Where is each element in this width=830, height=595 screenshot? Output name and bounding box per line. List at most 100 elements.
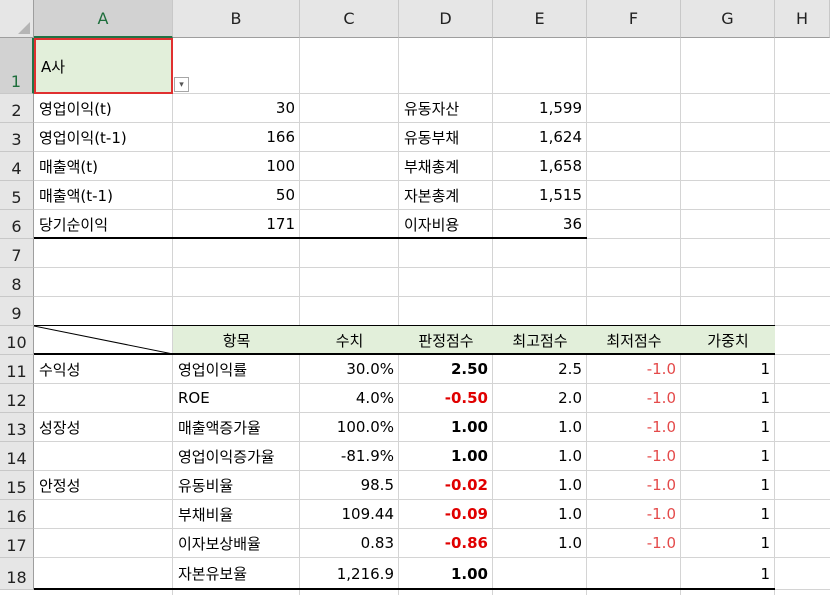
item-cell[interactable]: 영업이익률 — [173, 355, 300, 383]
summary-label[interactable]: 부채총계 — [399, 152, 493, 180]
max-score-cell[interactable]: 1.0 — [493, 413, 587, 441]
row-header-5[interactable]: 5 — [0, 181, 34, 210]
weight-cell[interactable]: 1 — [681, 500, 775, 528]
summary-value[interactable]: 166 — [173, 123, 300, 151]
item-cell[interactable]: 부채비율 — [173, 500, 300, 528]
column-header-f[interactable]: F — [587, 0, 681, 38]
column-header-h[interactable]: H — [775, 0, 830, 38]
row-header-2[interactable]: 2 — [0, 94, 34, 123]
row-header-15[interactable]: 15 — [0, 471, 34, 500]
summary-value[interactable]: 30 — [173, 94, 300, 122]
category-cell[interactable] — [34, 500, 173, 528]
min-score-cell[interactable] — [587, 558, 681, 589]
row-header-8[interactable]: 8 — [0, 268, 34, 297]
score-cell[interactable]: 1.00 — [399, 413, 493, 441]
item-cell[interactable]: 이자보상배율 — [173, 529, 300, 557]
column-header-c[interactable]: C — [300, 0, 399, 38]
weight-cell[interactable]: 1 — [681, 413, 775, 441]
row-header-13[interactable]: 13 — [0, 413, 34, 442]
column-header-b[interactable]: B — [173, 0, 300, 38]
value-cell[interactable]: 0.83 — [300, 529, 399, 557]
value-cell[interactable]: 109.44 — [300, 500, 399, 528]
category-cell[interactable]: 수익성 — [34, 355, 173, 383]
value-cell[interactable]: 1,216.9 — [300, 558, 399, 589]
column-header-d[interactable]: D — [399, 0, 493, 38]
summary-label[interactable]: 유동부채 — [399, 123, 493, 151]
spreadsheet-grid[interactable]: ABCDEFGH 1 2 3 4 5 6 7 8 9 10 11 12 13 14 15 16 17 18 A사 ▾… — [0, 0, 830, 595]
summary-value[interactable]: 50 — [173, 181, 300, 209]
row-header-1[interactable]: 1 — [0, 38, 34, 94]
summary-value[interactable]: 1,658 — [493, 152, 587, 180]
summary-value[interactable]: 1,624 — [493, 123, 587, 151]
summary-label[interactable]: 영업이익(t) — [34, 94, 173, 122]
weight-cell[interactable]: 1 — [681, 442, 775, 470]
row-header-18[interactable]: 18 — [0, 558, 34, 590]
table-header-cell[interactable]: 가중치 — [681, 326, 775, 354]
score-cell[interactable]: -0.50 — [399, 384, 493, 412]
row-header-6[interactable]: 6 — [0, 210, 34, 239]
score-cell[interactable]: 1.00 — [399, 558, 493, 589]
score-cell[interactable]: 2.50 — [399, 355, 493, 383]
cell-a1[interactable]: A사 — [34, 38, 173, 94]
row-header-14[interactable]: 14 — [0, 442, 34, 471]
row-header-3[interactable]: 3 — [0, 123, 34, 152]
max-score-cell[interactable]: 2.5 — [493, 355, 587, 383]
weight-cell[interactable]: 1 — [681, 529, 775, 557]
max-score-cell[interactable] — [493, 558, 587, 589]
column-header-g[interactable]: G — [681, 0, 775, 38]
min-score-cell[interactable]: -1.0 — [587, 500, 681, 528]
min-score-cell[interactable]: -1.0 — [587, 413, 681, 441]
min-score-cell[interactable]: -1.0 — [587, 442, 681, 470]
weight-cell[interactable]: 1 — [681, 558, 775, 589]
column-header-a[interactable]: A — [34, 0, 173, 38]
table-header-cell[interactable]: 수치 — [300, 326, 399, 354]
max-score-cell[interactable]: 1.0 — [493, 529, 587, 557]
summary-label[interactable]: 매출액(t) — [34, 152, 173, 180]
max-score-cell[interactable]: 1.0 — [493, 442, 587, 470]
row-header-4[interactable]: 4 — [0, 152, 34, 181]
table-header-cell[interactable]: 항목 — [173, 326, 300, 354]
row-header-7[interactable]: 7 — [0, 239, 34, 268]
category-cell[interactable]: 안정성 — [34, 471, 173, 499]
summary-label[interactable]: 자본총계 — [399, 181, 493, 209]
value-cell[interactable]: 100.0% — [300, 413, 399, 441]
chevron-down-icon[interactable]: ▾ — [174, 77, 189, 92]
summary-value[interactable]: 171 — [173, 210, 300, 238]
row-header-12[interactable]: 12 — [0, 384, 34, 413]
score-cell[interactable]: 1.00 — [399, 442, 493, 470]
category-cell[interactable] — [34, 442, 173, 470]
column-header-e[interactable]: E — [493, 0, 587, 38]
min-score-cell[interactable]: -1.0 — [587, 355, 681, 383]
score-cell[interactable]: -0.86 — [399, 529, 493, 557]
item-cell[interactable]: 유동비율 — [173, 471, 300, 499]
summary-label[interactable]: 영업이익(t-1) — [34, 123, 173, 151]
weight-cell[interactable]: 1 — [681, 355, 775, 383]
summary-value[interactable]: 100 — [173, 152, 300, 180]
row-header-10[interactable]: 10 — [0, 326, 34, 355]
row-header-11[interactable]: 11 — [0, 355, 34, 384]
summary-label[interactable]: 유동자산 — [399, 94, 493, 122]
value-cell[interactable]: 98.5 — [300, 471, 399, 499]
table-header-cell[interactable]: 최고점수 — [493, 326, 587, 354]
min-score-cell[interactable]: -1.0 — [587, 529, 681, 557]
category-cell[interactable] — [34, 384, 173, 412]
weight-cell[interactable]: 1 — [681, 384, 775, 412]
summary-label[interactable]: 매출액(t-1) — [34, 181, 173, 209]
category-cell[interactable] — [34, 558, 173, 589]
summary-value[interactable]: 1,599 — [493, 94, 587, 122]
weight-cell[interactable]: 1 — [681, 471, 775, 499]
summary-label[interactable]: 이자비용 — [399, 210, 493, 238]
row-header-16[interactable]: 16 — [0, 500, 34, 529]
item-cell[interactable]: 매출액증가율 — [173, 413, 300, 441]
value-cell[interactable]: 4.0% — [300, 384, 399, 412]
select-all-corner[interactable] — [0, 0, 34, 38]
table-header-cell[interactable]: 최저점수 — [587, 326, 681, 354]
row-header-17[interactable]: 17 — [0, 529, 34, 558]
score-cell[interactable]: -0.02 — [399, 471, 493, 499]
max-score-cell[interactable]: 2.0 — [493, 384, 587, 412]
max-score-cell[interactable]: 1.0 — [493, 471, 587, 499]
max-score-cell[interactable]: 1.0 — [493, 500, 587, 528]
item-cell[interactable]: 영업이익증가율 — [173, 442, 300, 470]
summary-value[interactable]: 1,515 — [493, 181, 587, 209]
value-cell[interactable]: -81.9% — [300, 442, 399, 470]
